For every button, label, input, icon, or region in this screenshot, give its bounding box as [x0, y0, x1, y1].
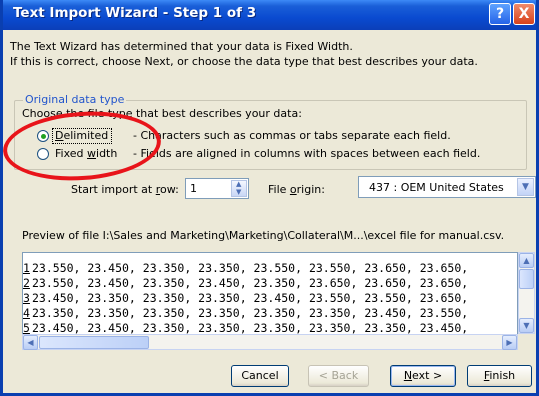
start-row-label: Start import at row:: [71, 183, 179, 196]
title-bar[interactable]: Text Import Wizard - Step 1 of 3 ? X: [3, 0, 536, 30]
window-title: Text Import Wizard - Step 1 of 3: [13, 5, 257, 21]
preview-row: 1 23.550, 23.450, 23.350, 23.350, 23.550,…: [23, 261, 469, 275]
scroll-down-icon[interactable]: ▼: [519, 318, 534, 333]
preview-row: 4 23.350, 23.350, 23.350, 23.350, 23.350,…: [23, 306, 469, 320]
file-origin-value: 437 : OEM United States: [369, 181, 504, 194]
text-import-wizard-dialog: Text Import Wizard - Step 1 of 3 ? X The…: [0, 0, 539, 396]
help-icon: ?: [495, 6, 505, 22]
chevron-down-icon[interactable]: ▼: [517, 178, 534, 196]
vertical-scroll-thumb[interactable]: [519, 269, 534, 289]
vertical-scrollbar[interactable]: ▲ ▼: [518, 252, 535, 334]
file-origin-label: File origin:: [268, 183, 325, 196]
spin-up-icon[interactable]: ▲: [236, 180, 241, 188]
finish-button[interactable]: Finish: [467, 365, 532, 387]
preview-row: 3 23.450, 23.350, 23.350, 23.350, 23.450,…: [23, 291, 469, 305]
intro-line-2: If this is correct, choose Next, or choo…: [10, 55, 478, 68]
cancel-button[interactable]: Cancel: [231, 365, 289, 387]
scroll-up-icon[interactable]: ▲: [519, 253, 534, 268]
horizontal-scrollbar[interactable]: ◀ ▶: [22, 334, 518, 350]
close-button[interactable]: X: [513, 3, 535, 25]
fixed-width-description: - Fields are aligned in columns with spa…: [133, 147, 481, 160]
preview-row: 2 23.550, 23.450, 23.350, 23.450, 23.350,…: [23, 276, 469, 290]
file-origin-select[interactable]: 437 : OEM United States ▼: [358, 176, 536, 198]
scroll-left-icon[interactable]: ◀: [23, 335, 38, 350]
delimited-description: - Characters such as commas or tabs sepa…: [133, 129, 451, 142]
spin-buttons[interactable]: ▲ ▼: [231, 180, 247, 197]
horizontal-scroll-thumb[interactable]: [39, 336, 149, 349]
start-row-spinner[interactable]: 1 ▲ ▼: [185, 178, 249, 199]
close-icon: X: [518, 6, 530, 22]
start-row-value: 1: [190, 182, 197, 195]
scroll-right-icon[interactable]: ▶: [502, 335, 517, 350]
next-button[interactable]: Next >: [390, 365, 456, 387]
help-button[interactable]: ?: [489, 3, 511, 25]
back-button[interactable]: < Back: [308, 365, 369, 387]
intro-line-1: The Text Wizard has determined that your…: [10, 40, 353, 53]
spin-down-icon[interactable]: ▼: [236, 188, 241, 196]
preview-caption: Preview of file I:\Sales and Marketing\M…: [22, 229, 505, 242]
group-label: Original data type: [23, 93, 127, 106]
